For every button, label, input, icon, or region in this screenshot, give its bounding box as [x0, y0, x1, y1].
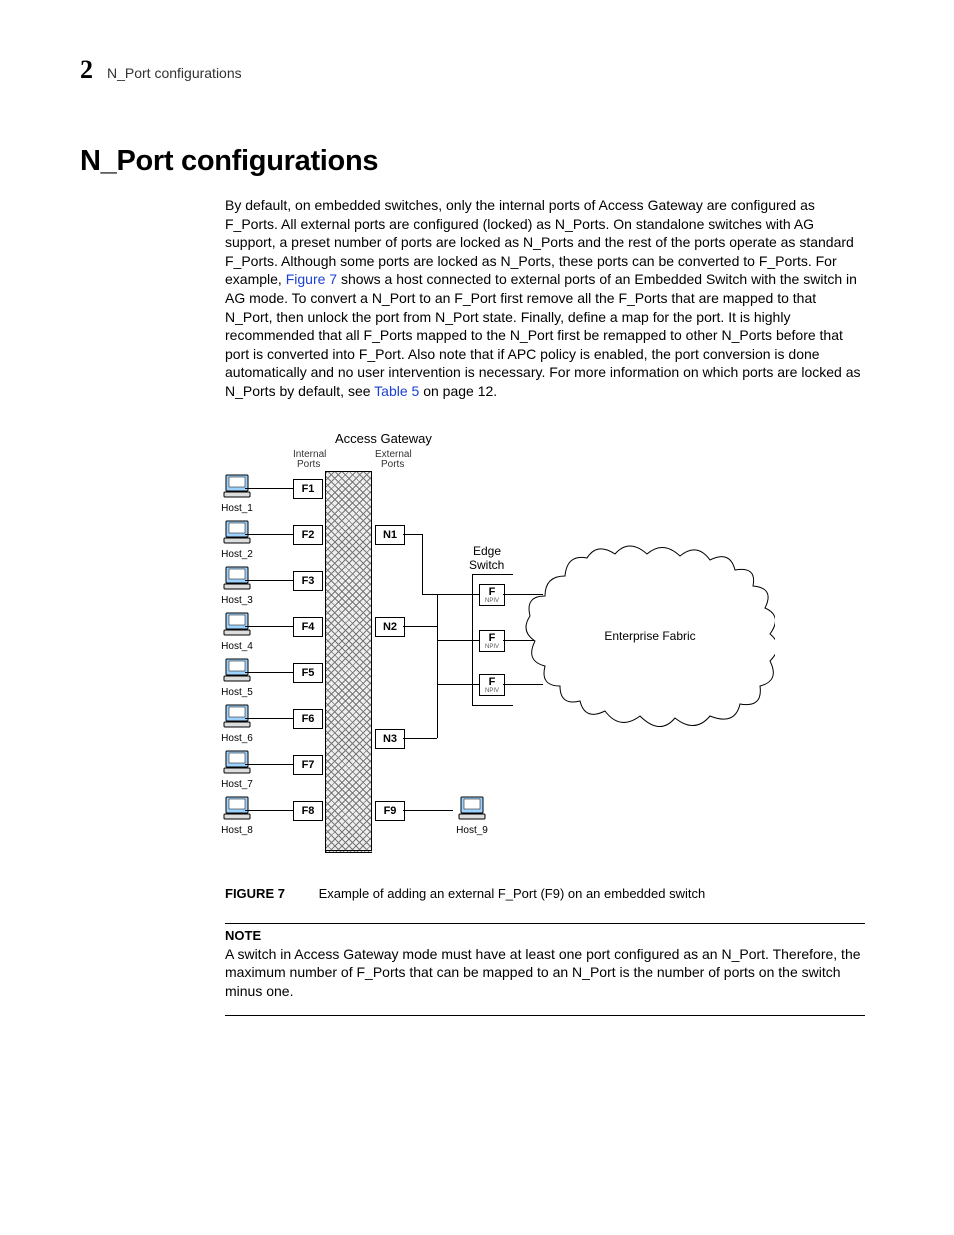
host-2: Host_2 [215, 519, 259, 560]
running-head: 2 N_Port configurations [80, 55, 874, 85]
body-paragraph: By default, on embedded switches, only t… [225, 196, 865, 401]
f6-port: F6 [293, 709, 323, 729]
note-body: A switch in Access Gateway mode must hav… [225, 945, 865, 1001]
document-page: 2 N_Port configurations N_Port configura… [0, 0, 954, 1235]
f1-port: F1 [293, 479, 323, 499]
section-heading: N_Port configurations [80, 145, 874, 178]
ag-title: Access Gateway [335, 431, 432, 446]
n1-port: N1 [375, 525, 405, 545]
enterprise-fabric-cloud: Enterprise Fabric [525, 536, 775, 736]
host-6: Host_6 [215, 703, 259, 744]
internal-ports-label: Ports [297, 459, 320, 470]
note-rule-top [225, 923, 865, 924]
para-text-mid: shows a host connected to external ports… [225, 271, 861, 399]
n3-port: N3 [375, 729, 405, 749]
xref-figure-7[interactable]: Figure 7 [286, 271, 337, 287]
external-ports-label: Ports [381, 459, 404, 470]
host-8: Host_8 [215, 795, 259, 836]
para-text-post: on page 12. [423, 383, 497, 399]
figure-7: Access Gateway Internal Ports External P… [225, 431, 785, 876]
host-7: Host_7 [215, 749, 259, 790]
edge-label-1: Edge [473, 544, 501, 558]
note-rule-bottom [225, 1015, 865, 1016]
host-1: Host_1 [215, 473, 259, 514]
host-9: Host_9 [450, 795, 494, 836]
f2-port: F2 [293, 525, 323, 545]
fabric-label: Enterprise Fabric [525, 629, 775, 643]
figure-caption-label: FIGURE 7 [225, 886, 285, 901]
xref-table-5[interactable]: Table 5 [374, 383, 419, 399]
note-heading: NOTE [225, 928, 874, 943]
f9-port: F9 [375, 801, 405, 821]
chapter-number: 2 [80, 55, 93, 85]
n2-port: N2 [375, 617, 405, 637]
f5-port: F5 [293, 663, 323, 683]
figure-caption: FIGURE 7 Example of adding an external F… [225, 886, 874, 901]
chapter-running-title: N_Port configurations [107, 65, 242, 81]
edge-label-2: Switch [469, 558, 504, 572]
f3-port: F3 [293, 571, 323, 591]
figure-caption-text: Example of adding an external F_Port (F9… [319, 886, 706, 901]
f8-port: F8 [293, 801, 323, 821]
host-4: Host_4 [215, 611, 259, 652]
f4-port: F4 [293, 617, 323, 637]
host-3: Host_3 [215, 565, 259, 606]
f7-port: F7 [293, 755, 323, 775]
host-5: Host_5 [215, 657, 259, 698]
